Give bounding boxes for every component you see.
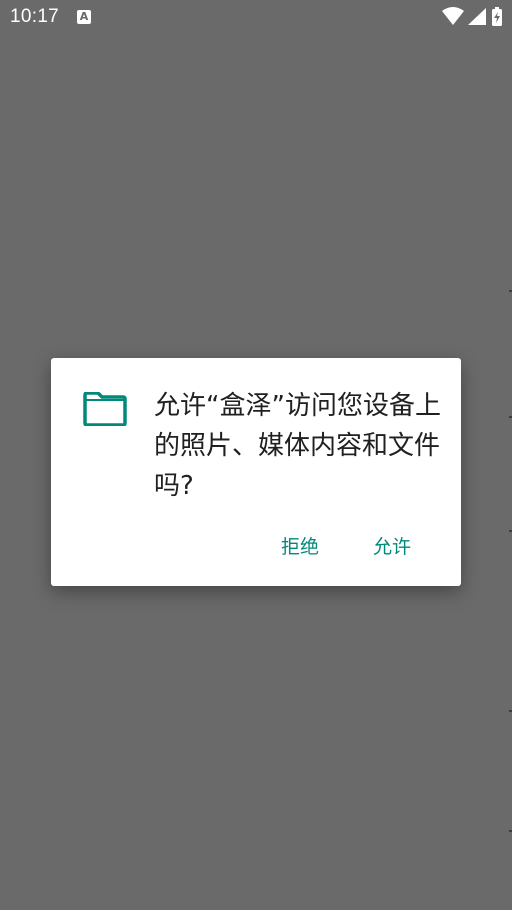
status-icons (442, 6, 504, 28)
app-notification-glyph: A (79, 10, 89, 23)
dialog-message: 允许“盒泽”访问您设备上的照片、媒体内容和文件吗? (154, 391, 441, 501)
allow-button[interactable]: 允许 (369, 528, 415, 566)
wifi-icon (442, 7, 464, 25)
folder-icon (83, 392, 127, 426)
deny-button[interactable]: 拒绝 (277, 528, 323, 566)
battery-charging-icon (492, 7, 502, 26)
status-time: 10:17 (10, 6, 60, 27)
permission-dialog: 允许“盒泽”访问您设备上的照片、媒体内容和文件吗? 拒绝 允许 (51, 358, 461, 586)
app-notification-icon: A (77, 10, 91, 24)
signal-icon (468, 8, 486, 25)
status-bar: 10:17 A (0, 0, 512, 36)
